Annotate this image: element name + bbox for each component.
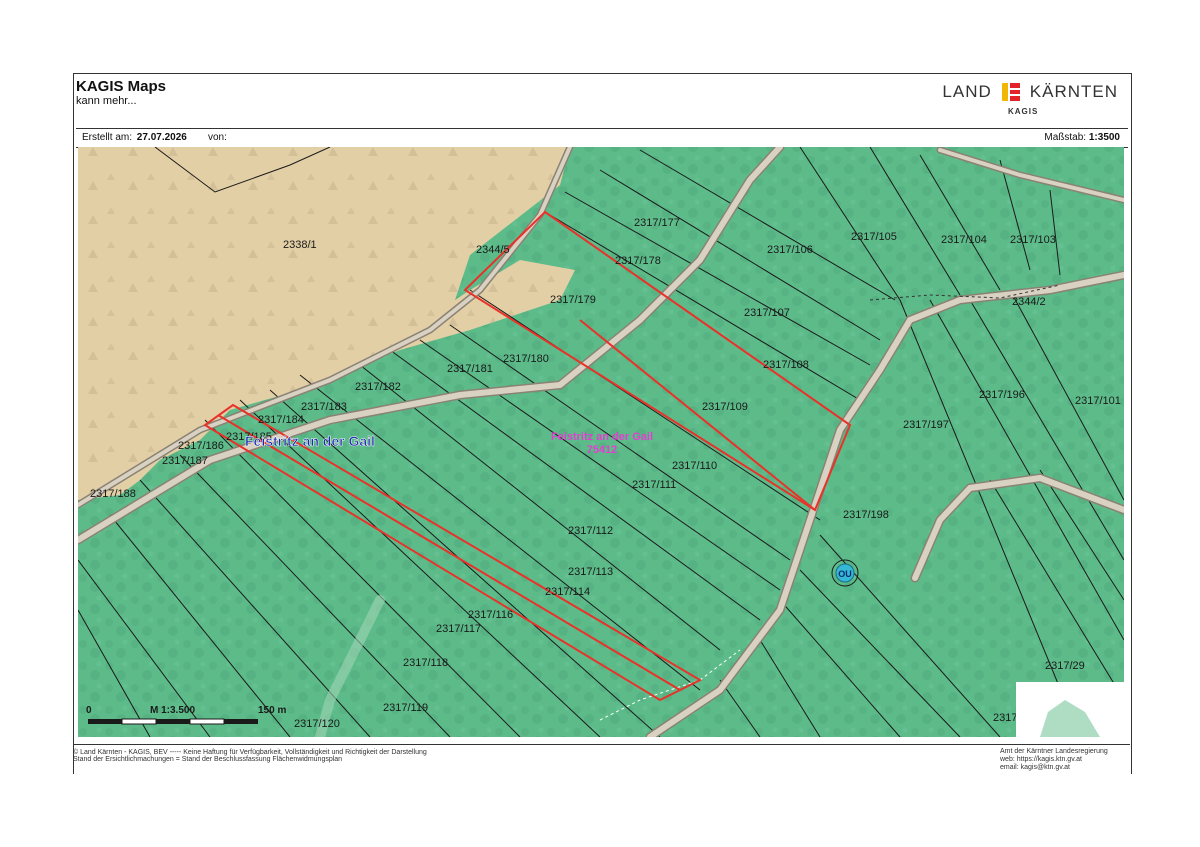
parcel-label-2317-188: 2317/188 [90, 488, 136, 500]
parcel-label-2317-183: 2317/183 [301, 401, 347, 413]
footer-disclaimer: © Land Kärnten - KAGIS, BEV ----- Keine … [73, 749, 427, 756]
footer-contact-office: Amt der Kärntner Landesregierung [1000, 748, 1108, 755]
scalebar-scale: M 1:3.500 [150, 705, 195, 716]
parcel-label-2317-116: 2317/116 [468, 609, 513, 621]
parcel-label-2317-177: 2317/177 [634, 217, 680, 229]
parcel-label-2317-111: 2317/111 [632, 479, 676, 491]
scale-info: Maßstab: 1:3500 [1044, 129, 1120, 147]
footer-divider [73, 744, 1130, 745]
parcel-label-2317-197: 2317/197 [903, 419, 949, 431]
app-subtitle: kann mehr... [76, 95, 137, 107]
zone-code-label: 75412 [587, 444, 618, 456]
ou-symbol[interactable]: OU [831, 559, 859, 587]
parcel-label-2317-110: 2317/110 [672, 460, 717, 472]
scalebar-end: 150 m [258, 705, 286, 716]
parcel-label-2317-29: 2317/29 [1045, 660, 1085, 672]
parcel-label-2317-119: 2317/119 [383, 702, 428, 714]
parcel-label-2344-5: 2344/5 [476, 244, 510, 256]
parcel-label-2317-106: 2317/106 [767, 244, 813, 256]
place-name-label: Feistritz an der Gail [245, 433, 375, 449]
brand-logo: LAND KÄRNTEN [942, 82, 1118, 102]
parcel-label-2317-120: 2317/120 [294, 718, 340, 730]
brand-left: LAND [942, 82, 992, 101]
brand-right: KÄRNTEN [1029, 82, 1118, 101]
parcel-label-2317-181: 2317/181 [447, 363, 493, 375]
app-title: KAGIS Maps [76, 78, 167, 95]
parcel-label-2317-113: 2317/113 [568, 566, 613, 578]
scalebar-zero: 0 [86, 705, 92, 716]
parcel-label-2317-178: 2317/178 [615, 255, 661, 267]
parcel-label-2317-184: 2317/184 [258, 414, 304, 426]
created-info: Erstellt am: 27.07.2026 [82, 129, 187, 147]
parcel-label-2317-180: 2317/180 [503, 353, 549, 365]
from-label: von: [208, 132, 227, 143]
scale-value: 1:3500 [1088, 132, 1120, 143]
scale-label: Maßstab: [1044, 132, 1087, 143]
parcel-label-2317-109: 2317/109 [702, 401, 748, 413]
map-canvas[interactable]: OU 2338/1 2344/5 2317/177 2317/178 2317/179 2… [78, 147, 1124, 737]
footer-contact-email[interactable]: email: kagis@ktn.gv.at [1000, 764, 1108, 772]
cadastral-map[interactable]: OU 2338/1 2344/5 2317/177 2317/178 2317/179 2… [78, 147, 1124, 737]
parcel-label-2344-2: 2344/2 [1012, 296, 1046, 308]
parcel-label-2317-179: 2317/179 [550, 294, 596, 306]
footer-contact-web[interactable]: web: https://kagis.ktn.gv.at [1000, 756, 1108, 764]
brand-sub: KAGIS [1008, 107, 1039, 116]
zone-name-label: Feistritz an der Gail [551, 431, 653, 443]
parcel-label-2317-103: 2317/103 [1010, 234, 1056, 246]
parcel-label-2317-182: 2317/182 [355, 381, 401, 393]
parcel-label-2317-112: 2317/112 [568, 525, 613, 537]
parcel-label-2338-1: 2338/1 [283, 239, 317, 251]
created-date: 27.07.2026 [136, 132, 187, 143]
carinthia-logo-icon [1001, 83, 1020, 101]
parcel-label-2317-187: 2317/187 [162, 455, 208, 467]
parcel-label-2317-118: 2317/118 [403, 657, 448, 669]
parcel-label-2317-108: 2317/108 [763, 359, 809, 371]
parcel-label-2317-186: 2317/186 [178, 440, 224, 452]
parcel-label-2317-107: 2317/107 [744, 307, 790, 319]
footer-contact: Amt der Kärntner Landesregierung web: ht… [1000, 748, 1108, 772]
parcel-label-2317-105: 2317/105 [851, 231, 897, 243]
info-bar: Erstellt am: 27.07.2026 von: Maßstab: 1:… [76, 128, 1128, 148]
parcel-label-2317-198: 2317/198 [843, 509, 889, 521]
parcel-label-2317-114: 2317/114 [545, 586, 590, 598]
parcel-label-2317-117: 2317/117 [436, 623, 481, 635]
parcel-label-2317-101: 2317/101 [1075, 395, 1121, 407]
parcel-label-2317-196: 2317/196 [979, 389, 1025, 401]
created-label: Erstellt am: [82, 132, 133, 143]
parcel-label-2317-104: 2317/104 [941, 234, 987, 246]
ou-label: OU [838, 569, 852, 579]
footer-status: Stand der Ersichtlichmachungen = Stand d… [73, 756, 343, 763]
